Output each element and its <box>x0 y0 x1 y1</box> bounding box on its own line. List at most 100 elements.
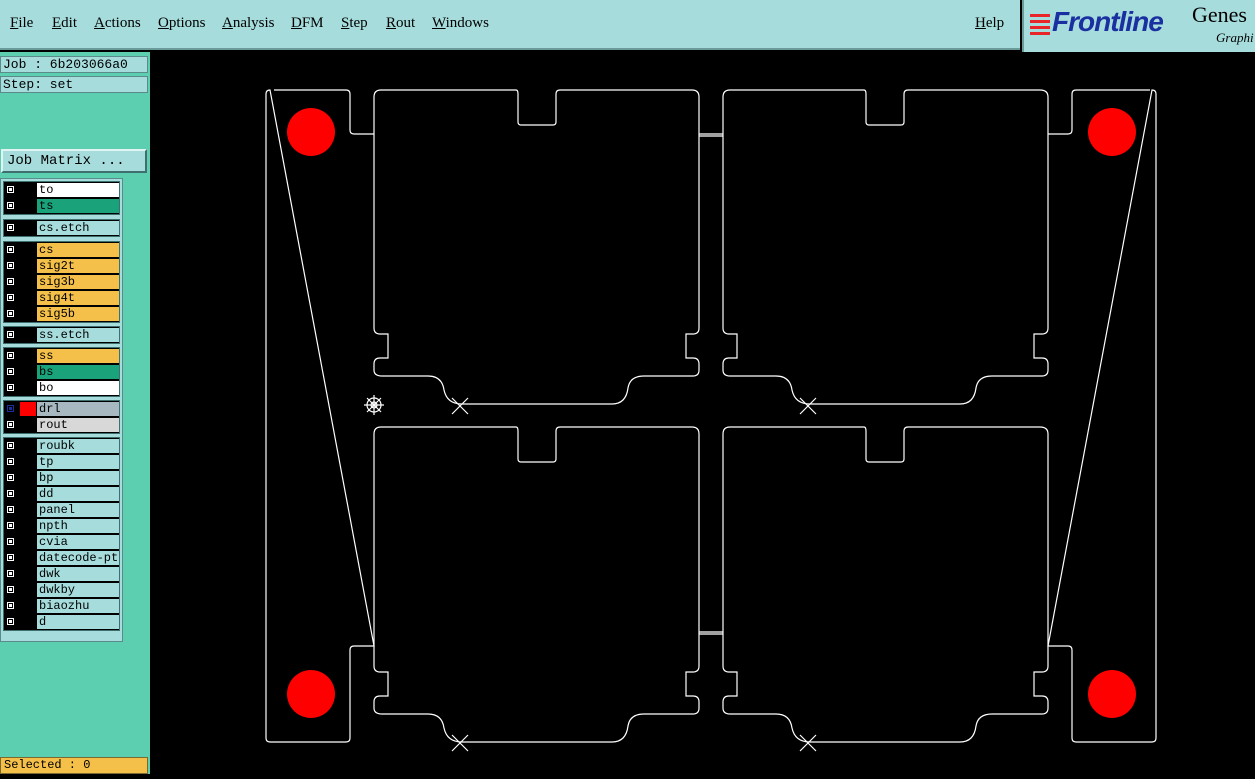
layer-color-swatch[interactable] <box>20 551 36 565</box>
layer-name[interactable]: sig3b <box>37 275 119 289</box>
layer-row[interactable]: dd <box>4 486 119 502</box>
layer-checkbox[interactable] <box>6 261 15 270</box>
layer-row[interactable]: bo <box>4 380 119 396</box>
layer-row[interactable]: sig2t <box>4 258 119 274</box>
layer-checkbox[interactable] <box>6 245 15 254</box>
layer-row[interactable]: drl <box>4 401 119 417</box>
layer-color-swatch[interactable] <box>20 221 36 235</box>
layer-color-swatch[interactable] <box>20 439 36 453</box>
layer-name[interactable]: biaozhu <box>37 599 119 613</box>
layer-color-swatch[interactable] <box>20 199 36 213</box>
layer-color-swatch[interactable] <box>20 471 36 485</box>
layer-color-swatch[interactable] <box>20 402 36 416</box>
layer-name[interactable]: bs <box>37 365 119 379</box>
layer-name[interactable]: tp <box>37 455 119 469</box>
layer-name[interactable]: drl <box>37 402 119 416</box>
layer-row[interactable]: bp <box>4 470 119 486</box>
layer-checkbox[interactable] <box>6 383 15 392</box>
layer-row[interactable]: panel <box>4 502 119 518</box>
layer-row[interactable]: sig5b <box>4 306 119 322</box>
layer-color-swatch[interactable] <box>20 583 36 597</box>
layer-row[interactable]: ts <box>4 198 119 214</box>
layer-name[interactable]: dd <box>37 487 119 501</box>
layer-color-swatch[interactable] <box>20 503 36 517</box>
layer-name[interactable]: cs <box>37 243 119 257</box>
layer-row[interactable]: cs <box>4 242 119 258</box>
menu-options[interactable]: Options <box>158 15 206 32</box>
layer-name[interactable]: bo <box>37 381 119 395</box>
layer-color-swatch[interactable] <box>20 519 36 533</box>
layer-name[interactable]: sig5b <box>37 307 119 321</box>
layer-checkbox[interactable] <box>6 553 15 562</box>
layer-row[interactable]: d <box>4 614 119 630</box>
layer-checkbox[interactable] <box>6 601 15 610</box>
layer-name[interactable]: ts <box>37 199 119 213</box>
menu-analysis[interactable]: Analysis <box>222 15 275 32</box>
menu-rout[interactable]: Rout <box>386 15 415 32</box>
layer-name[interactable]: roubk <box>37 439 119 453</box>
layer-checkbox[interactable] <box>6 277 15 286</box>
layer-color-swatch[interactable] <box>20 291 36 305</box>
layer-row[interactable]: rout <box>4 417 119 433</box>
layer-color-swatch[interactable] <box>20 487 36 501</box>
layer-color-swatch[interactable] <box>20 615 36 629</box>
layer-color-swatch[interactable] <box>20 275 36 289</box>
layer-color-swatch[interactable] <box>20 307 36 321</box>
layer-color-swatch[interactable] <box>20 349 36 363</box>
layer-checkbox[interactable] <box>6 293 15 302</box>
layer-checkbox[interactable] <box>6 309 15 318</box>
layer-row[interactable]: cs.etch <box>4 220 119 236</box>
menu-actions[interactable]: Actions <box>94 15 141 32</box>
layer-checkbox[interactable] <box>6 367 15 376</box>
menu-dfm[interactable]: DFM <box>291 15 324 32</box>
layer-color-swatch[interactable] <box>20 599 36 613</box>
layer-checkbox[interactable] <box>6 330 15 339</box>
layer-row[interactable]: cvia <box>4 534 119 550</box>
menu-file[interactable]: File <box>10 15 33 32</box>
layer-row[interactable]: tp <box>4 454 119 470</box>
layer-checkbox[interactable] <box>6 351 15 360</box>
layer-checkbox[interactable] <box>6 223 15 232</box>
layer-checkbox[interactable] <box>6 201 15 210</box>
layer-row[interactable]: roubk <box>4 438 119 454</box>
layer-checkbox[interactable] <box>6 473 15 482</box>
menu-edit[interactable]: Edit <box>52 15 77 32</box>
layer-color-swatch[interactable] <box>20 418 36 432</box>
layer-name[interactable]: npth <box>37 519 119 533</box>
layer-row[interactable]: ss <box>4 348 119 364</box>
layer-name[interactable]: cs.etch <box>37 221 119 235</box>
layer-row[interactable]: biaozhu <box>4 598 119 614</box>
job-matrix-button[interactable]: Job Matrix ... <box>1 149 147 173</box>
layer-checkbox[interactable] <box>6 404 15 413</box>
layer-checkbox[interactable] <box>6 537 15 546</box>
layer-name[interactable]: dwk <box>37 567 119 581</box>
layer-name[interactable]: d <box>37 615 119 629</box>
layer-name[interactable]: sig2t <box>37 259 119 273</box>
layer-row[interactable]: datecode-pto <box>4 550 119 566</box>
layer-name[interactable]: ss.etch <box>37 328 119 342</box>
layer-row[interactable]: dwk <box>4 566 119 582</box>
layer-checkbox[interactable] <box>6 569 15 578</box>
layer-checkbox[interactable] <box>6 185 15 194</box>
graphics-canvas[interactable] <box>150 52 1255 774</box>
layer-color-swatch[interactable] <box>20 243 36 257</box>
layer-checkbox[interactable] <box>6 420 15 429</box>
layer-row[interactable]: ss.etch <box>4 327 119 343</box>
menu-help[interactable]: Help <box>975 15 1004 32</box>
menu-step[interactable]: Step <box>341 15 368 32</box>
layer-name[interactable]: to <box>37 183 119 197</box>
layer-name[interactable]: panel <box>37 503 119 517</box>
layer-color-swatch[interactable] <box>20 183 36 197</box>
layer-name[interactable]: cvia <box>37 535 119 549</box>
menu-windows[interactable]: Windows <box>432 15 489 32</box>
layer-row[interactable]: dwkby <box>4 582 119 598</box>
layer-color-swatch[interactable] <box>20 381 36 395</box>
layer-name[interactable]: sig4t <box>37 291 119 305</box>
layer-color-swatch[interactable] <box>20 455 36 469</box>
layer-color-swatch[interactable] <box>20 328 36 342</box>
layer-checkbox[interactable] <box>6 521 15 530</box>
layer-name[interactable]: ss <box>37 349 119 363</box>
layer-row[interactable]: sig3b <box>4 274 119 290</box>
layer-row[interactable]: sig4t <box>4 290 119 306</box>
layer-row[interactable]: to <box>4 182 119 198</box>
